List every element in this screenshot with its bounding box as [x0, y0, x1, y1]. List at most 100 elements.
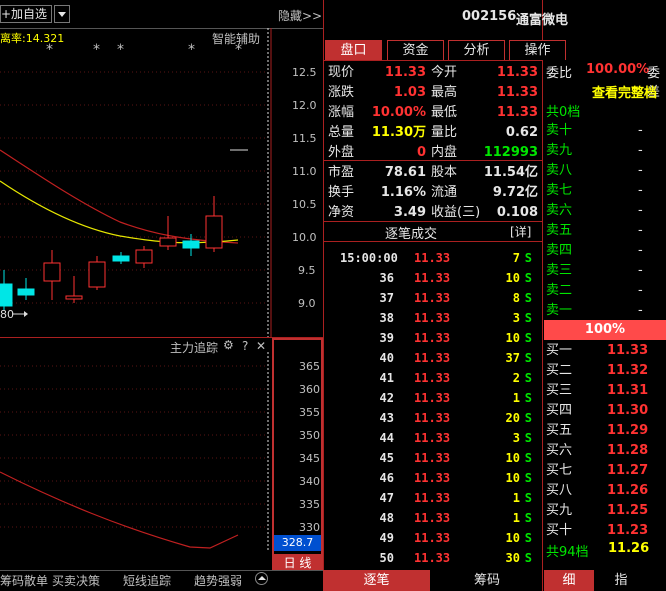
ticks-title: 逐笔成交: [385, 227, 438, 242]
buy-level-row[interactable]: 买四 11.30: [546, 401, 666, 421]
tick-price: 11.33: [414, 511, 451, 525]
buy-level-row[interactable]: 买九 11.25: [546, 501, 666, 521]
sub-tick: 330: [299, 521, 320, 534]
sub-tick: 350: [299, 429, 320, 442]
quote-value: 0.108: [496, 205, 538, 220]
tick-side: S: [524, 511, 532, 525]
tick-volume: 37: [505, 351, 520, 365]
sell-level-price: -: [638, 223, 643, 238]
bottom-tab[interactable]: 短线追踪: [123, 572, 171, 589]
total-buy-levels: 共94档: [546, 545, 589, 560]
ticks-detail-link[interactable]: [详]: [510, 223, 531, 240]
quote-label: 总量: [328, 125, 355, 140]
scroll-up-button[interactable]: [255, 572, 268, 585]
price-tick: 11.0: [292, 165, 317, 178]
quote-row: 涨幅 10.00% 最低 11.33: [328, 103, 540, 123]
quote-value: 11.33: [384, 65, 426, 80]
buy-level-price: 11.32: [607, 363, 649, 378]
price-tick: 10.5: [292, 198, 317, 211]
sell-level-row[interactable]: 卖五 -: [546, 221, 666, 241]
tick-row: 42 11.33 1 S: [326, 388, 538, 408]
quote-label: 换手: [328, 185, 355, 200]
quote-row: 涨跌 1.03 最高 11.33: [328, 83, 540, 103]
buy-level-row[interactable]: 买二 11.32: [546, 361, 666, 381]
tick-volume: 30: [505, 551, 520, 565]
sub-current-value: 328.7: [274, 535, 321, 551]
dropdown-button[interactable]: [54, 5, 70, 23]
close-icon[interactable]: ✕: [256, 339, 266, 353]
bottom-tab[interactable]: 买卖决策: [52, 572, 100, 589]
hide-toggle[interactable]: 隐藏>>: [278, 7, 322, 24]
quote-label: 最低: [431, 105, 458, 120]
sell-level-label: 卖六: [546, 203, 573, 218]
tab-chips[interactable]: 筹码: [432, 570, 542, 591]
tab-pankou[interactable]: 盘口: [325, 40, 382, 60]
buy-level-price: 11.30: [607, 403, 649, 418]
sell-level-row[interactable]: 卖一 -: [546, 301, 666, 321]
tick-volume: 10: [505, 271, 520, 285]
buy-level-row[interactable]: 买三 11.31: [546, 381, 666, 401]
tick-volume: 10: [505, 451, 520, 465]
tab-operation[interactable]: 操作: [509, 40, 566, 60]
view-full-depth-link[interactable]: 查看完整档: [592, 82, 657, 101]
add-watchlist-button[interactable]: +加自选: [0, 5, 52, 23]
sell-level-row[interactable]: 卖二 -: [546, 281, 666, 301]
sell-level-row[interactable]: 卖八 -: [546, 161, 666, 181]
buy-level-row[interactable]: 买十 11.23: [546, 521, 666, 541]
tick-row: 46 11.33 10 S: [326, 468, 538, 488]
sell-level-price: -: [638, 263, 643, 278]
quote-value: 0.62: [505, 125, 538, 140]
ratio-value: 100.00%: [586, 62, 650, 77]
tab-analysis[interactable]: 分析: [448, 40, 505, 60]
sell-level-label: 卖七: [546, 183, 573, 198]
tick-price: 11.33: [414, 431, 451, 445]
tick-time: 47: [379, 491, 394, 505]
sell-level-label: 卖五: [546, 223, 573, 238]
tab-ticks[interactable]: 逐笔: [323, 570, 430, 591]
tab-detail[interactable]: 细: [544, 570, 594, 591]
help-icon[interactable]: ?: [242, 339, 248, 353]
gear-icon[interactable]: ⚙: [223, 338, 234, 352]
tick-price: 11.33: [414, 371, 451, 385]
price-tick: 11.5: [292, 132, 317, 145]
tab-index[interactable]: 指: [596, 570, 646, 591]
buy-level-row[interactable]: 买六 11.28: [546, 441, 666, 461]
buy-level-label: 买五: [546, 423, 573, 438]
sell-level-row[interactable]: 卖三 -: [546, 261, 666, 281]
price-tick: 10.0: [292, 231, 317, 244]
period-button[interactable]: 日 线: [272, 555, 323, 571]
price-tick: 12.5: [292, 66, 317, 79]
sell-level-row[interactable]: 卖十 -: [546, 121, 666, 141]
buy-level-row[interactable]: 买八 11.26: [546, 481, 666, 501]
buy-level-row[interactable]: 买七 11.27: [546, 461, 666, 481]
sub-tick: 340: [299, 475, 320, 488]
tick-price: 11.33: [414, 351, 451, 365]
sell-level-row[interactable]: 卖九 -: [546, 141, 666, 161]
quote-value: 78.61: [384, 165, 426, 180]
sub-tick: 365: [299, 360, 320, 373]
tick-volume: 1: [512, 511, 520, 525]
quote-row: 净资 3.49 收益(三) 0.108: [328, 203, 540, 223]
buy-level-label: 买二: [546, 363, 573, 378]
sell-level-row[interactable]: 卖四 -: [546, 241, 666, 261]
tick-row: 50 11.33 30 S: [326, 548, 538, 568]
buy-level-label: 买七: [546, 463, 573, 478]
tab-funds[interactable]: 资金: [387, 40, 444, 60]
sell-level-row[interactable]: 卖七 -: [546, 181, 666, 201]
quote-label: 收益(三): [431, 205, 481, 220]
sell-level-label: 卖一: [546, 303, 573, 318]
tick-side: S: [524, 331, 532, 345]
quote-value: 9.72亿: [492, 185, 538, 200]
buy-level-price: 11.25: [607, 503, 649, 518]
tick-price: 11.33: [414, 411, 451, 425]
buy-level-row[interactable]: 买五 11.29: [546, 421, 666, 441]
tick-time: 37: [379, 291, 394, 305]
sell-level-price: -: [638, 283, 643, 298]
quote-label: 涨幅: [328, 105, 355, 120]
bottom-tab[interactable]: 趋势强弱: [194, 572, 242, 589]
buy-level-row[interactable]: 买一 11.33: [546, 341, 666, 361]
sell-level-label: 卖四: [546, 243, 573, 258]
bottom-tab[interactable]: 筹码散单: [0, 572, 48, 589]
tick-price: 11.33: [414, 251, 451, 265]
sell-level-row[interactable]: 卖六 -: [546, 201, 666, 221]
